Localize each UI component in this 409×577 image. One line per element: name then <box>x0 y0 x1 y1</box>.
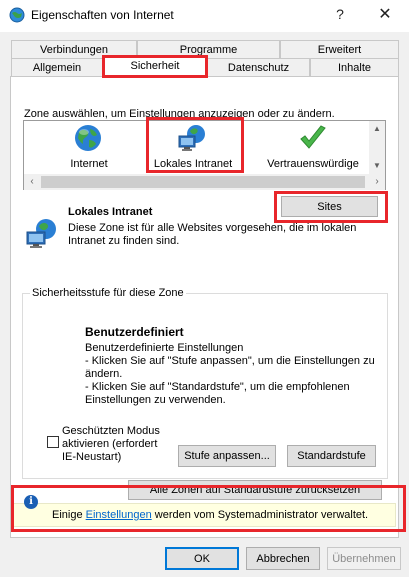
tab-erweitert[interactable]: Erweitert <box>280 40 399 60</box>
zone-list-horizontal-scrollbar[interactable]: ‹ › <box>24 174 385 190</box>
tab-sicherheit[interactable]: Sicherheit <box>103 56 207 78</box>
security-level-group-title: Sicherheitsstufe für diese Zone <box>30 287 186 299</box>
intranet-icon <box>26 219 56 248</box>
close-button[interactable]: ✕ <box>377 4 393 24</box>
zone-label: Lokales Intranet <box>153 158 233 170</box>
scroll-up-icon[interactable]: ▲ <box>369 121 385 137</box>
custom-level-button[interactable]: Stufe anpassen... <box>178 445 276 467</box>
globe-icon <box>75 125 101 151</box>
checkmark-icon <box>300 125 326 149</box>
tab-datenschutz[interactable]: Datenschutz <box>207 58 310 77</box>
settings-link[interactable]: Einstellungen <box>86 509 152 521</box>
zone-label: Vertrauenswürdige <box>267 158 359 170</box>
custom-level-line: - Klicken Sie auf "Standardstufe", um di… <box>85 381 350 406</box>
protected-mode-label: Geschützten Modus aktivieren (erfordert … <box>62 425 160 463</box>
custom-level-line: Benutzerdefinierte Einstellungen <box>85 342 244 354</box>
scroll-left-icon[interactable]: ‹ <box>24 174 40 190</box>
intranet-icon <box>178 125 205 151</box>
zone-trusted[interactable]: Vertrauenswürdige <box>258 121 368 175</box>
custom-level-line: - Klicken Sie auf "Stufe anpassen", um d… <box>85 355 375 380</box>
apply-button[interactable]: Übernehmen <box>327 547 401 570</box>
reset-all-zones-button[interactable]: Alle Zonen auf Standardstufe zurücksetze… <box>128 480 382 500</box>
title-bar: Eigenschaften von Internet ? ✕ <box>0 0 409 32</box>
default-level-button[interactable]: Standardstufe <box>287 445 376 467</box>
scrollbar-thumb[interactable] <box>41 176 365 188</box>
zone-label: Internet <box>70 158 108 170</box>
zone-select-hint: Zone auswählen, um Einstellungen anzuzei… <box>24 108 335 120</box>
window-title: Eigenschaften von Internet <box>31 8 174 22</box>
sites-button[interactable]: Sites <box>281 196 378 217</box>
ok-button[interactable]: OK <box>165 547 239 570</box>
zone-local-intranet[interactable]: Lokales Intranet <box>146 121 240 175</box>
tab-inhalte[interactable]: Inhalte <box>310 58 399 77</box>
custom-level-title: Benutzerdefiniert <box>85 325 184 339</box>
admin-notice-text: Einige Einstellungen werden vom Systemad… <box>52 509 369 521</box>
tab-allgemein[interactable]: Allgemein <box>11 58 103 77</box>
zone-title: Lokales Intranet <box>68 206 153 218</box>
zone-list[interactable]: Internet Lokales Intranet Vertrauenswürd… <box>23 120 386 190</box>
custom-level-description: Benutzerdefinierte Einstellungen - Klick… <box>85 342 375 407</box>
zone-list-vertical-scrollbar[interactable]: ▲ ▼ <box>369 121 385 174</box>
cancel-button[interactable]: Abbrechen <box>246 547 320 570</box>
scroll-right-icon[interactable]: › <box>369 174 385 190</box>
zone-internet[interactable]: Internet <box>42 121 136 175</box>
scroll-down-icon[interactable]: ▼ <box>369 158 385 174</box>
info-icon: i <box>24 495 38 509</box>
zone-description: Diese Zone ist für alle Websites vorgese… <box>68 222 357 247</box>
protected-mode-checkbox[interactable] <box>47 436 59 448</box>
internet-options-icon <box>9 7 25 23</box>
help-button[interactable]: ? <box>332 6 348 22</box>
